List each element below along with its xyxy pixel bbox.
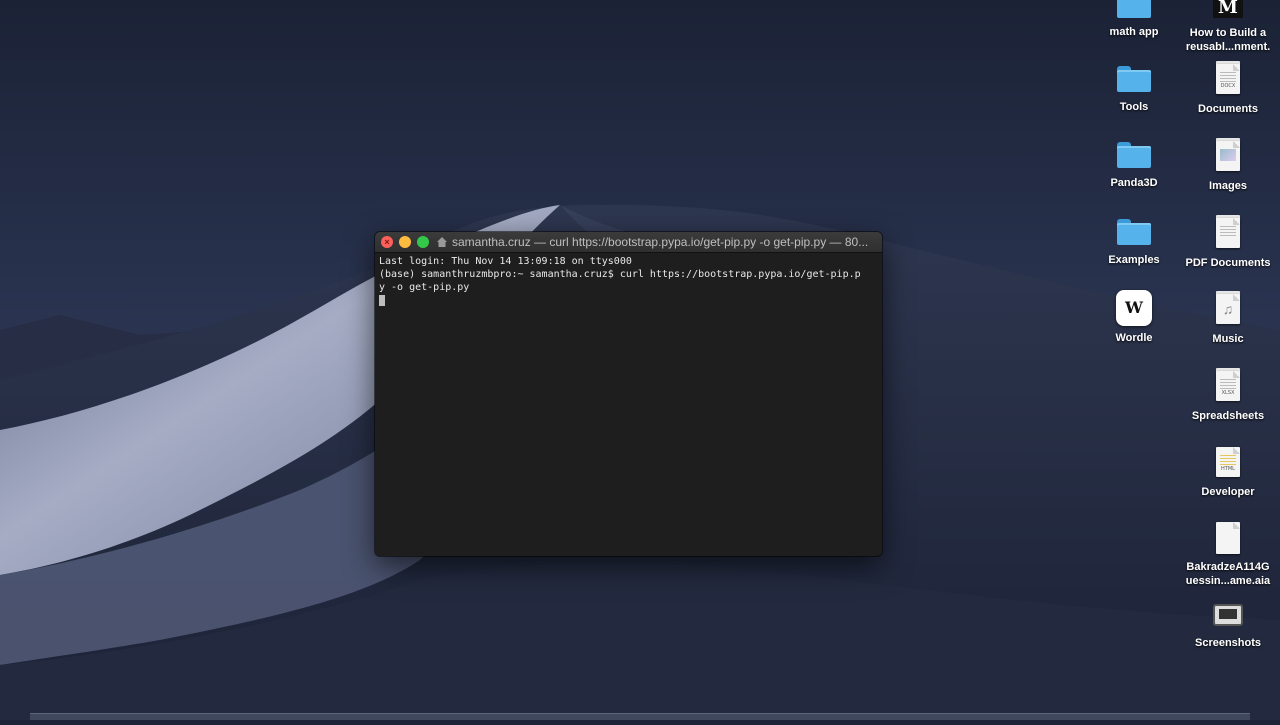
desktop-icon-label: Wordle [1115,332,1153,344]
zoom-window-button[interactable] [417,236,429,248]
window-title-bar-text: samantha.cruz — curl https://bootstrap.p… [437,232,874,252]
desktop-icon-label: Developer [1201,486,1255,498]
desktop-icon-label-line1: BakradzeA114G [1186,561,1270,573]
desktop-icon-spreadsheets[interactable]: XLSX Spreadsheets [1180,368,1276,423]
terminal-line: y -o get-pip.py [379,282,470,293]
folder-icon [1086,219,1182,245]
desktop-icon-wordle[interactable]: W Wordle [1086,290,1182,345]
folder-icon [1086,66,1182,92]
terminal-output[interactable]: Last login: Thu Nov 14 13:09:18 on ttys0… [375,253,882,309]
spreadsheet-stack-icon: XLSX [1213,368,1243,401]
desktop-icon-images[interactable]: Images [1180,138,1276,193]
desktop-icon-label: Tools [1119,101,1149,113]
blank-document-icon [1213,522,1243,554]
desktop-icon-music[interactable]: ♫ Music [1180,291,1276,346]
folder-icon [1086,0,1182,18]
minimize-window-button[interactable] [399,236,411,248]
desktop-icon-label-line1: How to Build a [1189,27,1267,39]
desktop-icon-label: PDF Documents [1185,257,1271,269]
desktop-icon-documents[interactable]: DOCX Documents [1180,61,1276,116]
desktop-icon-label: Examples [1108,254,1160,266]
screenshot-stack-icon [1180,604,1276,626]
desktop-icon-pdf-documents[interactable]: PDF Documents [1180,215,1276,270]
terminal-line: Last login: Thu Nov 14 13:09:18 on ttys0… [379,256,632,267]
folder-icon [1086,142,1182,168]
document-stack-icon: DOCX [1213,61,1243,94]
desktop-icon-label: Images [1209,180,1247,192]
desktop-icon-label: Screenshots [1194,637,1262,649]
desktop-icon-tools[interactable]: Tools [1086,66,1182,114]
music-icon: ♫ [1213,291,1243,324]
desktop-icon-label: Documents [1198,103,1258,115]
terminal-titlebar[interactable]: × samantha.cruz — curl https://bootstrap… [375,232,882,253]
desktop-icon-label: Music [1212,333,1244,345]
image-stack-icon [1213,138,1243,171]
desktop-icon-bakradze-aia[interactable]: BakradzeA114G uessin...ame.aia [1180,522,1276,588]
desktop-icon-math-app[interactable]: math app [1086,0,1182,39]
html-document-icon: HTML [1213,447,1243,477]
window-title: samantha.cruz — curl https://bootstrap.p… [452,235,869,249]
desktop-icon-panda3d[interactable]: Panda3D [1086,142,1182,190]
medium-icon: M [1180,0,1276,18]
terminal-line: (base) samanthruzmbpro:~ samantha.cruz$ … [379,269,861,280]
desktop-icon-developer[interactable]: HTML Developer [1180,447,1276,499]
desktop-icon-examples[interactable]: Examples [1086,219,1182,267]
close-window-button[interactable]: × [381,236,393,248]
desktop-icon-label: Panda3D [1110,177,1158,189]
desktop-icon-label-line2: reusabl...nment. [1185,41,1271,53]
wordle-app-icon: W [1086,290,1182,326]
dock-edge[interactable] [30,713,1250,720]
desktop-icon-screenshots[interactable]: Screenshots [1180,604,1276,650]
home-folder-icon [437,236,447,247]
desktop-icon-label: Spreadsheets [1191,410,1265,422]
desktop-icon-label: math app [1109,26,1159,38]
document-stack-icon [1213,215,1243,248]
desktop-icon-label-line2: uessin...ame.aia [1185,575,1271,587]
close-icon: × [384,237,390,247]
text-cursor [379,295,385,306]
desktop-icon-medium-article[interactable]: M How to Build a reusabl...nment. [1180,0,1276,54]
terminal-window[interactable]: × samantha.cruz — curl https://bootstrap… [375,232,882,556]
